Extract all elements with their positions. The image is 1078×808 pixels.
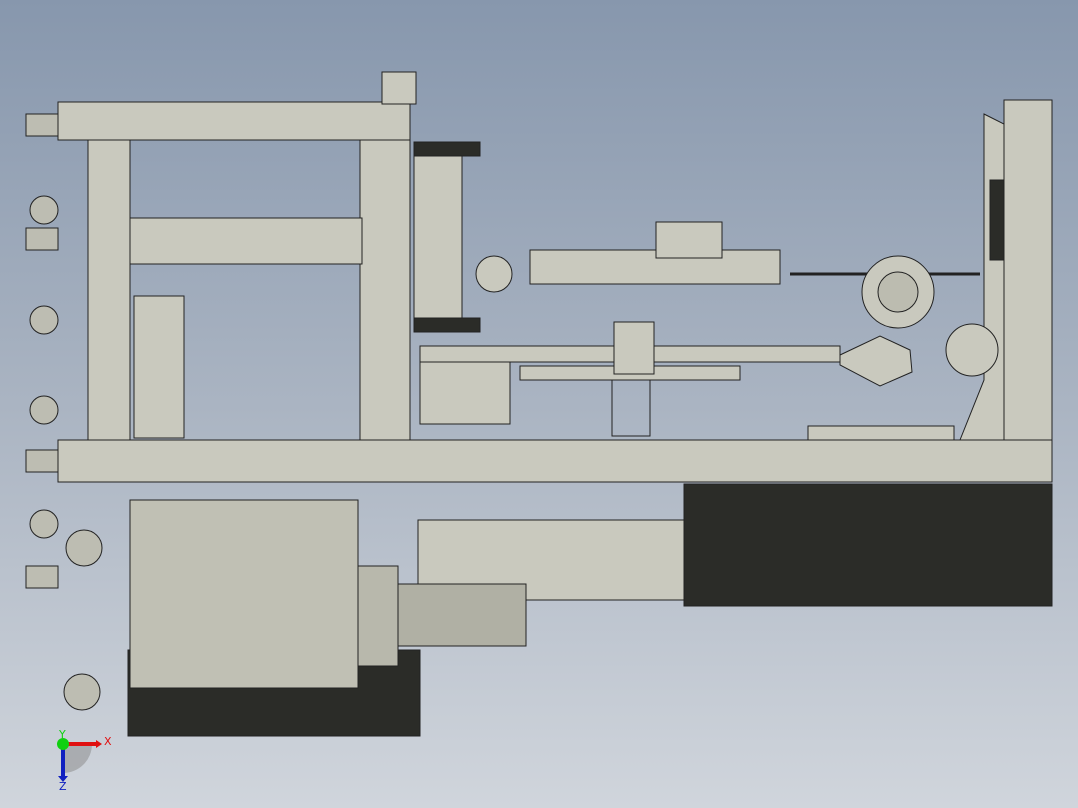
cad-viewport[interactable]: X Y Z bbox=[0, 0, 1078, 808]
base-plate bbox=[807, 425, 955, 441]
gear-motor bbox=[397, 583, 527, 647]
triad-shadow bbox=[63, 744, 92, 773]
drum-body bbox=[129, 499, 359, 689]
pulley-block bbox=[839, 335, 913, 387]
gripper-box bbox=[655, 221, 723, 259]
leveling-foot-3 bbox=[25, 449, 59, 473]
motor-dark-band-2 bbox=[413, 317, 481, 333]
leveling-foot-4 bbox=[25, 565, 59, 589]
caster-4 bbox=[29, 509, 59, 539]
vertical-rod-assembly bbox=[611, 379, 651, 437]
right-post bbox=[1003, 99, 1053, 441]
right-bracket bbox=[959, 113, 1005, 441]
ring-hook-inner bbox=[877, 271, 919, 313]
sprocket bbox=[945, 323, 999, 377]
caster-3 bbox=[29, 395, 59, 425]
leveling-foot-2 bbox=[25, 227, 59, 251]
dark-enclosure bbox=[683, 483, 1053, 607]
carriage bbox=[613, 321, 655, 375]
y-axis-label: Y bbox=[58, 728, 66, 741]
main-beam bbox=[57, 439, 1053, 483]
gripper-body bbox=[529, 249, 781, 285]
wheel-gear bbox=[475, 255, 513, 293]
right-dark-plate bbox=[989, 179, 1005, 261]
panel-plate bbox=[133, 295, 185, 439]
x-axis-label: X bbox=[104, 735, 112, 748]
frame-post-left bbox=[87, 139, 131, 441]
z-axis-label: Z bbox=[59, 780, 67, 793]
x-axis-head bbox=[96, 740, 102, 748]
frame-post-right bbox=[359, 139, 411, 441]
mid-beam bbox=[129, 217, 363, 265]
drum-flange bbox=[357, 565, 399, 667]
caster-1 bbox=[29, 195, 59, 225]
caster-5 bbox=[65, 529, 103, 567]
motor-block bbox=[413, 149, 463, 329]
motor-dark-band bbox=[413, 141, 481, 157]
bracket-top bbox=[381, 71, 417, 105]
caster-6 bbox=[63, 673, 101, 711]
orientation-triad: X Y Z bbox=[57, 728, 112, 793]
caster-2 bbox=[29, 305, 59, 335]
leveling-foot-1 bbox=[25, 113, 59, 137]
top-frame-beam bbox=[57, 101, 411, 141]
